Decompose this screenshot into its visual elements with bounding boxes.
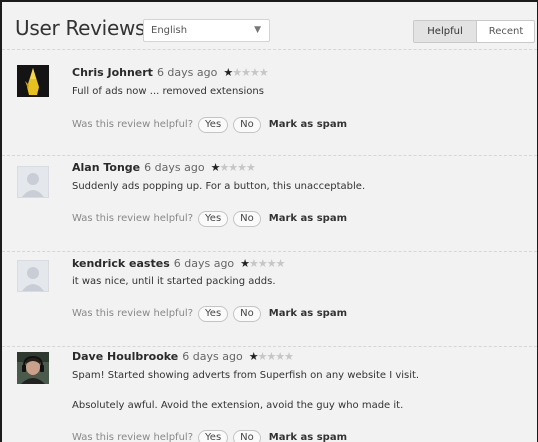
mark-as-spam-link[interactable]: Mark as spam (269, 432, 347, 442)
default-avatar (17, 260, 49, 292)
review-time: 6 days ago (173, 257, 235, 270)
rating-stars: ★★★★★ (240, 257, 285, 270)
review-time: 6 days ago (144, 161, 205, 174)
reviews-header: User Reviews English ▼ Helpful Recent (2, 2, 537, 50)
star-filled-icon: ★ (223, 66, 233, 79)
yes-button[interactable]: Yes (198, 306, 229, 322)
yellow-figure-avatar (17, 65, 49, 97)
headset-user-avatar (17, 352, 49, 384)
language-select[interactable]: English ▼ (143, 19, 270, 42)
review-text: Suddenly ads popping up. For a button, t… (72, 181, 366, 192)
review-text: Absolutely awful. Avoid the extension, a… (72, 400, 404, 411)
star-filled-icon: ★ (248, 350, 259, 363)
helpful-prompt: Was this review helpful? (72, 213, 194, 224)
no-button[interactable]: No (233, 306, 261, 322)
review-item: kendrick eastes 6 days ago ★★★★★ it was ni… (2, 252, 537, 347)
review-text: Spam! Started showing adverts from Super… (72, 370, 420, 381)
rating-stars: ★★★★★ (248, 350, 294, 363)
star-empty-icon: ★★★★ (249, 257, 285, 270)
review-meta: kendrick eastes 6 days ago ★★★★★ (72, 257, 286, 270)
chevron-down-icon: ▼ (254, 25, 261, 35)
yes-button[interactable]: Yes (198, 430, 229, 442)
review-feedback: Was this review helpful? Yes No Mark as spa… (72, 211, 347, 227)
review-feedback: Was this review helpful? Yes No Mark as spa… (72, 117, 347, 133)
yes-button[interactable]: Yes (198, 211, 229, 227)
helpful-prompt: Was this review helpful? (72, 432, 194, 442)
review-meta: Dave Houlbrooke 6 days ago ★★★★★ (72, 350, 294, 363)
helpful-prompt: Was this review helpful? (72, 308, 194, 319)
review-author[interactable]: Dave Houlbrooke (72, 350, 178, 363)
review-feedback: Was this review helpful? Yes No Mark as spa… (72, 430, 347, 442)
review-item: Chris Johnert 6 days ago ★★★★★ Full of ads… (2, 50, 537, 156)
review-feedback: Was this review helpful? Yes No Mark as spa… (72, 306, 347, 322)
no-button[interactable]: No (233, 117, 261, 133)
star-empty-icon: ★★★★ (232, 66, 268, 79)
sort-toggle: Helpful Recent (413, 20, 535, 43)
review-meta: Alan Tonge 6 days ago ★★★★★ (72, 161, 256, 174)
mark-as-spam-link[interactable]: Mark as spam (269, 213, 347, 224)
star-filled-icon: ★ (240, 257, 250, 270)
review-author[interactable]: Alan Tonge (72, 161, 140, 174)
review-text: Full of ads now ... removed extensions (72, 86, 264, 97)
sort-recent-button[interactable]: Recent (477, 21, 534, 42)
review-item: Dave Houlbrooke 6 days ago ★★★★★ Spam! Sta… (2, 347, 537, 442)
no-button[interactable]: No (233, 211, 261, 227)
review-author[interactable]: Chris Johnert (72, 66, 153, 79)
review-text: it was nice, until it started packing ad… (72, 276, 276, 287)
review-item: Alan Tonge 6 days ago ★★★★★ Suddenly ads p… (2, 156, 537, 252)
star-empty-icon: ★★★★ (219, 161, 255, 174)
rating-stars: ★★★★★ (211, 161, 256, 174)
language-select-value: English (151, 25, 188, 36)
review-meta: Chris Johnert 6 days ago ★★★★★ (72, 66, 269, 79)
star-empty-icon: ★★★★ (257, 350, 294, 363)
default-avatar (17, 166, 49, 198)
review-author[interactable]: kendrick eastes (72, 257, 170, 270)
mark-as-spam-link[interactable]: Mark as spam (269, 119, 347, 130)
mark-as-spam-link[interactable]: Mark as spam (269, 308, 347, 319)
yes-button[interactable]: Yes (198, 117, 229, 133)
page-title: User Reviews (15, 16, 146, 40)
sort-helpful-button[interactable]: Helpful (414, 21, 477, 42)
reviews-panel: User Reviews English ▼ Helpful Recent Ch… (2, 2, 537, 442)
no-button[interactable]: No (233, 430, 261, 442)
rating-stars: ★★★★★ (223, 66, 268, 79)
helpful-prompt: Was this review helpful? (72, 119, 194, 130)
review-time: 6 days ago (182, 350, 243, 363)
review-time: 6 days ago (156, 66, 218, 79)
